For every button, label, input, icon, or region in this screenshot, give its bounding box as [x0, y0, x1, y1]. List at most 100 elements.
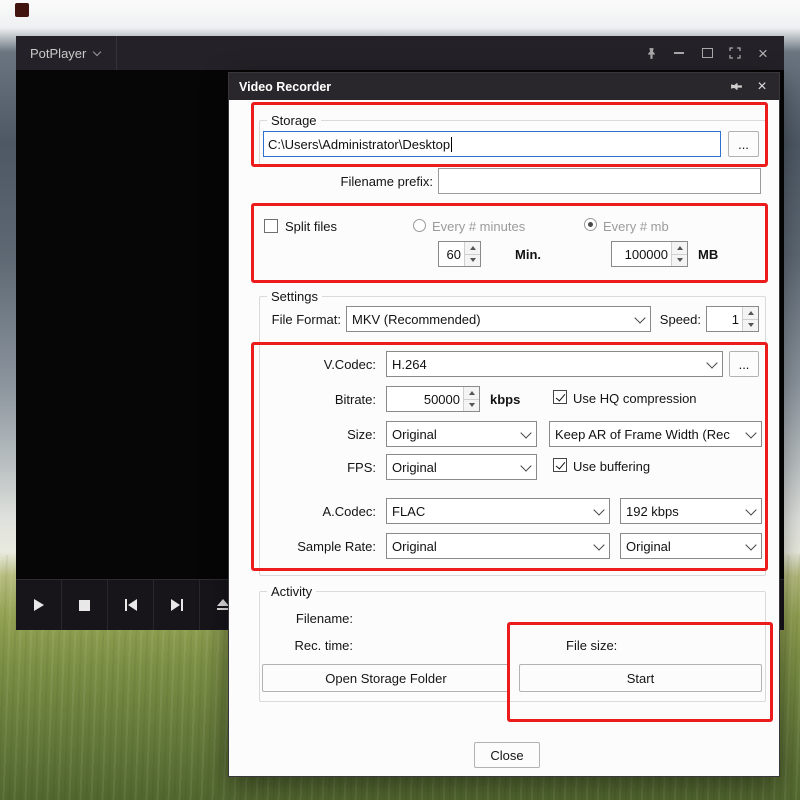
spin-down-button[interactable]	[465, 253, 480, 266]
player-menu-button[interactable]: PotPlayer	[30, 45, 102, 61]
acodec-label: A.Codec:	[322, 504, 376, 519]
fps-combo[interactable]: Original	[386, 454, 537, 480]
spin-up-button[interactable]	[743, 307, 758, 319]
chevron-down-icon	[745, 538, 757, 551]
chevron-down-icon	[520, 459, 532, 472]
mb-unit-label: MB	[698, 247, 719, 262]
hq-compression-checkbox[interactable]	[553, 390, 567, 404]
minutes-unit-label: Min.	[515, 247, 541, 262]
acodec-value: FLAC	[392, 503, 426, 519]
split-files-checkbox[interactable]	[264, 219, 278, 233]
file-format-combo[interactable]: MKV (Recommended)	[346, 306, 651, 332]
maximize-icon[interactable]	[697, 43, 717, 63]
video-recorder-dialog: Video Recorder × Storage C:\Users\Admini…	[228, 72, 780, 777]
storage-path-input[interactable]: C:\Users\Administrator\Desktop	[263, 131, 721, 157]
checkmark-icon	[555, 459, 566, 470]
pin-icon[interactable]	[641, 43, 661, 63]
filename-prefix-input[interactable]	[438, 168, 761, 194]
sample-rate-label: Sample Rate:	[297, 539, 376, 554]
stop-button[interactable]	[62, 580, 108, 630]
vcodec-label: V.Codec:	[323, 357, 376, 372]
pin-icon[interactable]	[728, 79, 744, 95]
spin-up-button[interactable]	[464, 387, 479, 399]
speed-spinner[interactable]: 1	[706, 306, 759, 332]
previous-button[interactable]	[108, 580, 154, 630]
hq-compression-label: Use HQ compression	[573, 391, 697, 406]
open-storage-folder-button[interactable]: Open Storage Folder	[262, 664, 510, 692]
minutes-spinner[interactable]: 60	[438, 241, 481, 267]
checkmark-icon	[555, 391, 566, 402]
vcodec-browse-button[interactable]: ...	[729, 351, 759, 377]
bitrate-label: Bitrate:	[334, 392, 376, 407]
sample-rate-combo[interactable]: Original	[386, 533, 610, 559]
every-minutes-radio[interactable]	[413, 219, 426, 232]
next-button[interactable]	[154, 580, 200, 630]
dialog-titlebar[interactable]: Video Recorder ×	[229, 73, 779, 100]
speed-value: 1	[731, 312, 739, 327]
mb-value: 100000	[624, 247, 668, 262]
desktop: PotPlayer × Video Recorder × Storage C:\…	[0, 0, 800, 800]
chevron-down-icon	[593, 538, 605, 551]
titlebar-divider	[116, 36, 118, 70]
bitrate-unit-label: kbps	[490, 392, 521, 407]
play-button[interactable]	[16, 580, 62, 630]
player-title: PotPlayer	[30, 45, 87, 61]
aspect-ratio-combo[interactable]: Keep AR of Frame Width (Rec	[549, 421, 762, 447]
fullscreen-icon[interactable]	[725, 43, 745, 63]
chevron-down-icon	[706, 356, 718, 369]
aspect-ratio-value: Keep AR of Frame Width (Rec	[555, 426, 730, 442]
size-value: Original	[392, 426, 437, 442]
use-buffering-checkbox[interactable]	[553, 458, 567, 472]
acodec-combo[interactable]: FLAC	[386, 498, 610, 524]
storage-browse-button[interactable]: ...	[728, 131, 759, 157]
chevron-down-icon	[634, 311, 646, 324]
vcodec-value: H.264	[392, 356, 427, 372]
audio-bitrate-combo[interactable]: 192 kbps	[620, 498, 762, 524]
vcodec-combo[interactable]: H.264	[386, 351, 723, 377]
split-files-label: Split files	[285, 219, 338, 234]
filename-prefix-label: Filename prefix:	[340, 174, 433, 189]
storage-legend: Storage	[271, 113, 317, 128]
file-format-label: File Format:	[271, 312, 341, 327]
audio-bitrate-value: 192 kbps	[626, 503, 679, 519]
desktop-icon[interactable]	[15, 3, 29, 17]
dialog-title: Video Recorder	[239, 79, 332, 94]
text-caret	[451, 136, 453, 152]
settings-legend: Settings	[271, 289, 318, 304]
size-label: Size:	[347, 427, 376, 442]
every-minutes-label: Every # minutes	[432, 219, 526, 234]
minutes-value: 60	[446, 247, 461, 262]
file-format-value: MKV (Recommended)	[352, 311, 481, 327]
sample-rate-right-combo[interactable]: Original	[620, 533, 762, 559]
spin-down-button[interactable]	[743, 318, 758, 331]
player-titlebar[interactable]: PotPlayer ×	[16, 36, 784, 70]
close-icon[interactable]: ×	[753, 43, 773, 63]
rec-time-label: Rec. time:	[294, 638, 353, 653]
every-mb-label: Every # mb	[603, 219, 669, 234]
spin-up-button[interactable]	[672, 242, 687, 254]
chevron-down-icon	[745, 426, 757, 439]
start-button[interactable]: Start	[519, 664, 762, 692]
storage-path-value: C:\Users\Administrator\Desktop	[268, 136, 451, 152]
use-buffering-label: Use buffering	[573, 459, 651, 474]
file-size-label: File size:	[566, 638, 618, 653]
spin-down-button[interactable]	[672, 253, 687, 266]
chevron-down-icon	[93, 47, 102, 56]
bitrate-spinner[interactable]: 50000	[386, 386, 480, 412]
sample-rate-value: Original	[392, 538, 437, 554]
radio-dot	[588, 222, 593, 227]
size-combo[interactable]: Original	[386, 421, 537, 447]
activity-legend: Activity	[271, 584, 313, 599]
sample-rate-right-value: Original	[626, 538, 671, 554]
close-button[interactable]: Close	[474, 742, 540, 768]
spin-up-button[interactable]	[465, 242, 480, 254]
fps-value: Original	[392, 459, 437, 475]
speed-label: Speed:	[659, 312, 701, 327]
mb-spinner[interactable]: 100000	[611, 241, 688, 267]
every-mb-radio[interactable]	[584, 218, 597, 231]
fps-label: FPS:	[347, 460, 376, 475]
minimize-icon[interactable]	[669, 43, 689, 63]
close-icon[interactable]: ×	[754, 78, 770, 95]
chevron-down-icon	[520, 426, 532, 439]
spin-down-button[interactable]	[464, 398, 479, 411]
